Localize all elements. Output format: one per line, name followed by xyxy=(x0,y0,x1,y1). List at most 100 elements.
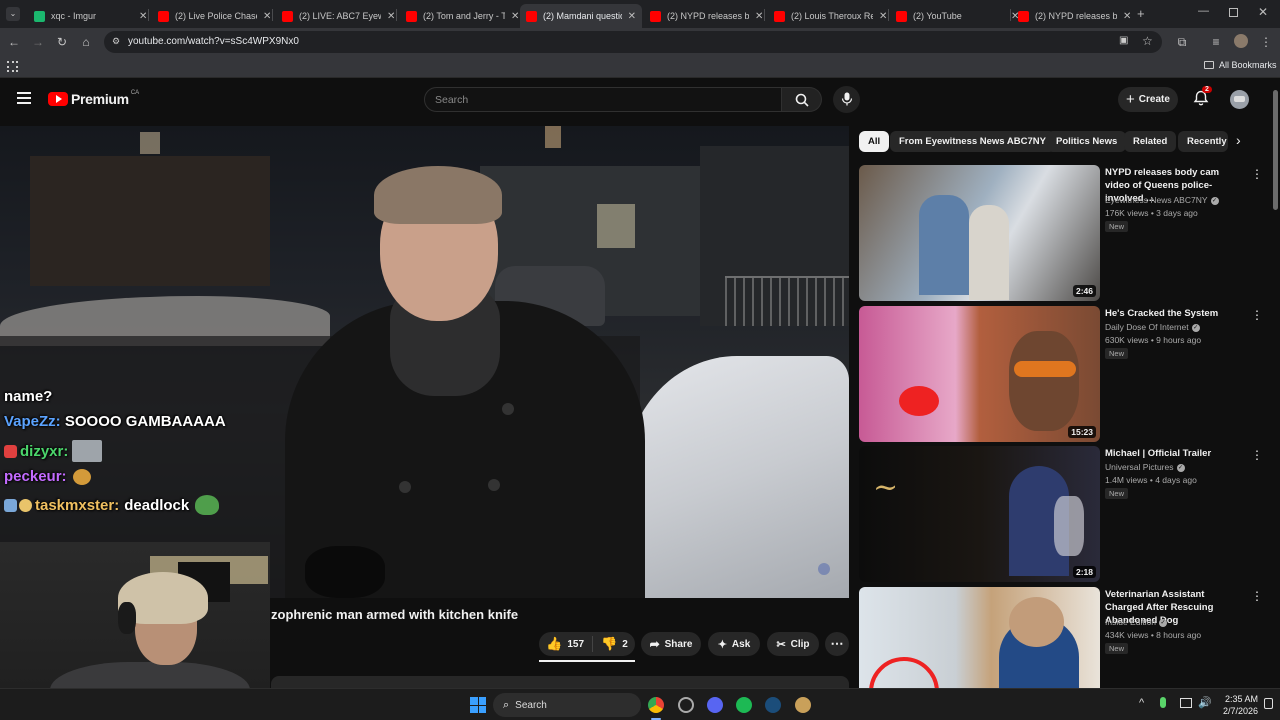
dislike-button[interactable]: 👎 2 xyxy=(593,636,628,652)
ask-button[interactable]: ✦ Ask xyxy=(708,632,760,656)
video-title[interactable]: Michael | Official Trailer xyxy=(1105,447,1243,460)
microphone-tray-icon[interactable] xyxy=(1160,697,1166,708)
media-controls-icon[interactable]: ≡ xyxy=(1208,34,1224,50)
chips-next-chevron-icon[interactable]: › xyxy=(1236,132,1241,148)
video-menu-icon[interactable]: ⋮ xyxy=(1251,167,1263,181)
site-info-icon[interactable]: ⚙ xyxy=(112,36,120,47)
chip-related[interactable]: Related xyxy=(1124,131,1177,152)
close-tab-icon[interactable]: ✕ xyxy=(511,11,519,22)
discord-icon[interactable] xyxy=(707,697,723,713)
chat-text: SOOOO GAMBAAAAA xyxy=(64,413,226,430)
chip-recently[interactable]: Recently xyxy=(1178,131,1228,152)
clock-time: 2:35 AM xyxy=(1224,694,1258,704)
forward-icon[interactable]: → xyxy=(30,34,46,50)
close-tab-icon[interactable]: ✕ xyxy=(755,11,763,22)
bookmark-star-icon[interactable]: ☆ xyxy=(1142,34,1153,48)
minimize-window-icon[interactable]: — xyxy=(1198,5,1209,17)
recommended-video[interactable]: Veterinarian Assistant Charged After Res… xyxy=(859,587,1269,688)
youtube-favicon-icon xyxy=(896,10,907,22)
channel-name[interactable]: Daily Dose Of Internet ✓ xyxy=(1105,322,1200,332)
tab-live-police-chase[interactable]: (2) Live Police Chase ✕ xyxy=(152,4,277,28)
taskbar-search-box[interactable]: ⌕ Search xyxy=(493,693,641,717)
video-title[interactable]: He's Cracked the System xyxy=(1105,307,1243,320)
reload-icon[interactable]: ↻ xyxy=(54,34,70,50)
close-tab-icon[interactable]: ✕ xyxy=(139,11,147,22)
app-icon[interactable] xyxy=(678,697,694,713)
search-input[interactable]: Search xyxy=(424,87,782,112)
chrome-icon[interactable] xyxy=(648,697,664,713)
more-actions-button[interactable]: ⋯ xyxy=(825,632,849,656)
video-thumbnail[interactable] xyxy=(859,587,1100,688)
close-tab-icon[interactable]: ✕ xyxy=(879,11,887,22)
tab-youtube[interactable]: (2) YouTube ✕ xyxy=(890,4,1025,28)
video-thumbnail[interactable]: 2:46 xyxy=(859,165,1100,301)
account-avatar[interactable] xyxy=(1230,90,1249,109)
browser-menu-icon[interactable]: ⋮ xyxy=(1258,34,1274,50)
chip-from-eyewitness-news[interactable]: From Eyewitness News ABC7NY xyxy=(890,131,1055,152)
apps-grid-icon[interactable] xyxy=(7,61,18,72)
home-icon[interactable]: ⌂ xyxy=(78,34,94,50)
create-button[interactable]: + Create xyxy=(1118,87,1178,112)
tab-louis-theroux[interactable]: (2) Louis Theroux Re ✕ xyxy=(768,4,893,28)
close-tab-icon[interactable]: ✕ xyxy=(387,11,395,22)
chip-politics-news[interactable]: Politics News xyxy=(1047,131,1127,152)
recommended-video[interactable]: 2:46 NYPD releases body cam video of Que… xyxy=(859,165,1269,301)
network-icon[interactable] xyxy=(1180,698,1192,708)
tab-nypd-1[interactable]: (2) NYPD releases bo ✕ xyxy=(644,4,769,28)
video-menu-icon[interactable]: ⋮ xyxy=(1251,589,1263,603)
close-tab-icon[interactable]: ✕ xyxy=(263,11,271,22)
clip-button[interactable]: ✂ Clip xyxy=(767,632,819,656)
video-player[interactable] xyxy=(0,126,849,598)
tab-search-icon[interactable]: ⌄ xyxy=(6,7,20,21)
video-thumbnail[interactable]: ~ 2:18 xyxy=(859,446,1100,582)
channel-name[interactable]: Inside Edition ✓ xyxy=(1105,617,1168,627)
install-app-icon[interactable]: ▣ xyxy=(1119,35,1128,46)
all-bookmarks-button[interactable]: All Bookmarks xyxy=(1204,60,1277,70)
tab-imgur[interactable]: xqc - Imgur ✕ xyxy=(28,4,153,28)
mod-badge-icon xyxy=(19,498,32,512)
scrollbar-thumb[interactable] xyxy=(1273,90,1278,210)
like-button[interactable]: 👍 157 xyxy=(546,636,594,652)
close-tab-icon[interactable]: ✕ xyxy=(1123,11,1131,22)
volume-icon[interactable]: 🔊 xyxy=(1198,696,1212,709)
recommended-video[interactable]: ~ 2:18 Michael | Official Trailer Univer… xyxy=(859,446,1269,582)
tab-title: (2) Tom and Jerry - Te xyxy=(423,11,505,21)
tray-overflow-icon[interactable]: ^ xyxy=(1139,697,1144,709)
coat-button xyxy=(488,479,500,491)
new-tab-icon[interactable]: + xyxy=(1137,6,1145,21)
channel-name[interactable]: Eyewitness News ABC7NY ✓ xyxy=(1105,195,1219,205)
video-thumbnail[interactable]: 15:23 xyxy=(859,306,1100,442)
recommended-video[interactable]: 15:23 He's Cracked the System Daily Dose… xyxy=(859,306,1269,442)
voice-search-button[interactable] xyxy=(833,86,860,113)
tab-abc7-live[interactable]: (2) LIVE: ABC7 Eyewit ✕ xyxy=(276,4,401,28)
video-menu-icon[interactable]: ⋮ xyxy=(1251,448,1263,462)
notification-center-icon[interactable] xyxy=(1264,698,1273,709)
chip-all[interactable]: All xyxy=(859,131,890,152)
chat-text: deadlock xyxy=(124,496,190,514)
share-button[interactable]: ➦ Share xyxy=(641,632,701,656)
restore-window-icon[interactable] xyxy=(1229,8,1238,17)
extensions-icon[interactable]: ⧉ xyxy=(1174,34,1190,50)
url-text: youtube.com/watch?v=sSc4WPX9Nx0 xyxy=(128,36,299,47)
steam-icon[interactable] xyxy=(765,697,781,713)
video-menu-icon[interactable]: ⋮ xyxy=(1251,308,1263,322)
spotify-icon[interactable] xyxy=(736,697,752,713)
tab-mamdani-active[interactable]: (2) Mamdani question ✕ xyxy=(520,4,642,28)
channel-name[interactable]: Universal Pictures ✓ xyxy=(1105,462,1185,472)
profile-avatar[interactable] xyxy=(1234,34,1248,48)
page-scrollbar[interactable] xyxy=(1271,80,1280,688)
youtube-favicon-icon xyxy=(282,10,293,22)
address-bar[interactable]: ⚙ youtube.com/watch?v=sSc4WPX9Nx0 ▣ ☆ xyxy=(104,31,1162,53)
tab-nypd-2[interactable]: (2) NYPD releases bo ✕ xyxy=(1012,4,1137,28)
close-window-icon[interactable]: ✕ xyxy=(1258,5,1268,19)
clock[interactable]: 2:35 AM 2/7/2026 xyxy=(1218,693,1258,717)
close-tab-icon[interactable]: ✕ xyxy=(628,11,636,22)
app-icon[interactable] xyxy=(795,697,811,713)
windows-start-icon[interactable] xyxy=(470,697,486,713)
notifications-button[interactable]: 2 xyxy=(1193,86,1212,108)
back-icon[interactable]: ← xyxy=(6,34,22,50)
guide-menu-icon[interactable] xyxy=(17,92,31,104)
tab-tom-and-jerry[interactable]: (2) Tom and Jerry - Te ✕ xyxy=(400,4,525,28)
youtube-logo[interactable]: Premium CA xyxy=(48,90,139,107)
search-button[interactable] xyxy=(782,87,822,112)
